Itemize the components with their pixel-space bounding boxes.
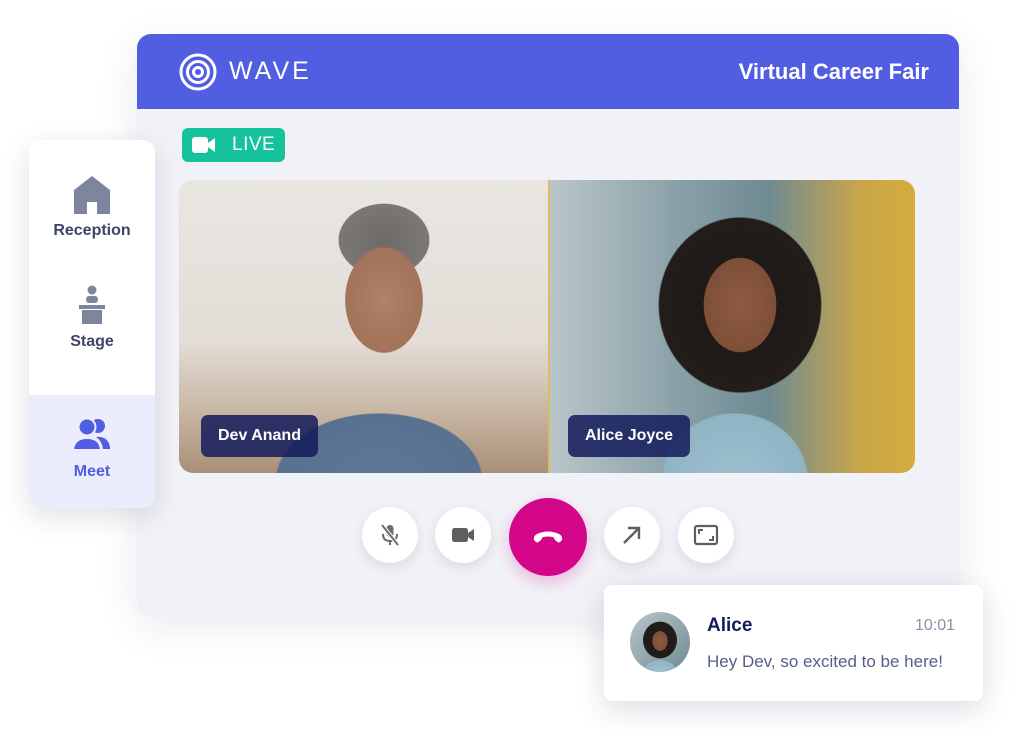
participant-name-tag: Dev Anand bbox=[201, 415, 318, 457]
sidebar-item-stage[interactable]: Stage bbox=[29, 285, 155, 351]
participant-name-tag: Alice Joyce bbox=[568, 415, 691, 457]
avatar bbox=[630, 612, 690, 672]
app-window: WAVE Virtual Career Fair LIVE Dev Anand … bbox=[137, 34, 959, 616]
live-badge: LIVE bbox=[182, 128, 285, 162]
podium-icon bbox=[79, 285, 105, 324]
sidebar-item-label: Reception bbox=[53, 222, 131, 239]
sidebar-item-meet[interactable]: Meet bbox=[29, 395, 155, 508]
fullscreen-button[interactable] bbox=[678, 507, 734, 563]
video-camera-icon bbox=[192, 137, 215, 153]
chat-message-text: Hey Dev, so excited to be here! bbox=[707, 652, 943, 671]
sidebar-item-reception[interactable]: Reception bbox=[29, 174, 155, 240]
wave-logo-icon bbox=[179, 53, 217, 90]
call-controls bbox=[137, 498, 959, 578]
video-camera-icon bbox=[452, 528, 474, 542]
fullscreen-icon bbox=[693, 524, 719, 546]
mic-off-icon bbox=[380, 523, 400, 547]
share-button[interactable] bbox=[604, 507, 660, 563]
brand[interactable]: WAVE bbox=[179, 53, 312, 91]
phone-hangup-icon bbox=[533, 531, 563, 543]
arrow-up-right-icon bbox=[623, 526, 641, 544]
sidebar-item-label: Meet bbox=[73, 463, 111, 480]
video-tile-alice-joyce[interactable]: Alice Joyce bbox=[548, 180, 915, 473]
sidebar-item-label: Stage bbox=[70, 333, 114, 350]
chat-message-card[interactable]: Alice 10:01 Hey Dev, so excited to be he… bbox=[604, 585, 983, 701]
end-call-button[interactable] bbox=[509, 498, 587, 576]
camera-button[interactable] bbox=[435, 507, 491, 563]
chat-timestamp: 10:01 bbox=[914, 617, 955, 634]
side-navigation: Reception Stage Meet bbox=[29, 140, 155, 508]
people-icon bbox=[72, 417, 110, 451]
mute-button[interactable] bbox=[362, 507, 418, 563]
live-label: LIVE bbox=[232, 134, 276, 155]
top-bar: WAVE Virtual Career Fair bbox=[137, 34, 959, 109]
brand-name: WAVE bbox=[229, 57, 312, 85]
video-tile-dev-anand[interactable]: Dev Anand bbox=[179, 180, 548, 473]
chat-sender-name: Alice bbox=[707, 615, 753, 636]
video-grid: Dev Anand Alice Joyce bbox=[179, 180, 915, 473]
page-title: Virtual Career Fair bbox=[738, 58, 929, 84]
home-icon bbox=[74, 176, 110, 214]
